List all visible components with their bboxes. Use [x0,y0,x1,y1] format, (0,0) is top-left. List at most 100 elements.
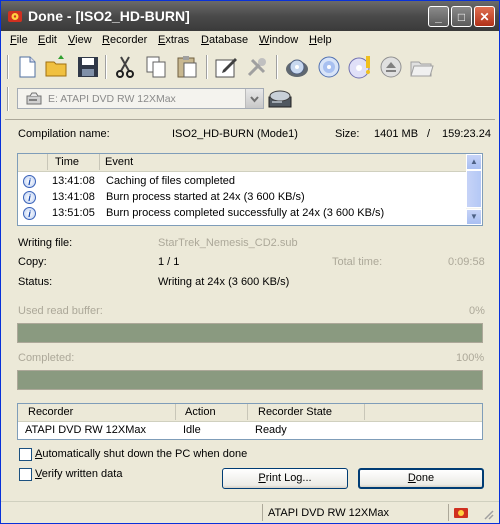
size-label: Size: [335,128,360,140]
copy-icon[interactable] [143,54,169,80]
print-log-button[interactable]: Print Log... [222,468,348,489]
scroll-down-icon[interactable]: ▼ [466,209,482,225]
log-header: Time Event [18,154,467,172]
duration-value: 159:23.24 [442,128,491,140]
toolbar-grip [7,87,9,111]
resize-grip-icon[interactable] [482,508,494,520]
paste-icon[interactable] [174,54,200,80]
log-scrollbar[interactable]: ▲ ▼ [466,154,482,225]
verify-checkbox[interactable] [19,468,32,481]
menu-extras[interactable]: Extras [158,34,189,46]
completed-progress-bar [17,370,483,390]
open-folder-icon[interactable] [44,54,70,80]
app-icon [8,11,22,22]
chevron-down-icon[interactable] [245,89,263,108]
log-row[interactable]: i 13:51:05 Burn process completed succes… [18,206,467,222]
recorder-select-value: E: ATAPI DVD RW 12XMax [48,93,176,105]
copy-value: 1 / 1 [158,256,180,268]
shutdown-checkbox[interactable] [19,448,32,461]
toolbar-separator [276,55,278,79]
verify-label[interactable]: Verify written data [35,468,122,480]
read-buffer-bar [17,323,483,343]
done-button[interactable]: Done [358,468,484,489]
log-event: Burn process started at 24x (3 600 KB/s) [106,191,305,203]
drive-properties-icon[interactable] [267,87,293,111]
log-time: 13:51:05 [52,207,95,219]
total-time-label: Total time: [332,256,383,268]
menu-edit[interactable]: Edit [38,34,57,46]
copy-disc-icon[interactable] [284,54,310,80]
info-icon: i [23,191,36,204]
main-window: Done - [ISO2_HD-BURN] _ □ ✕ File Edit Vi… [0,0,500,524]
menu-view[interactable]: View [68,34,92,46]
disc-info-icon[interactable] [347,54,373,80]
log-time: 13:41:08 [52,175,95,187]
open-folder-disabled-icon[interactable] [409,54,435,80]
size-separator: / [427,128,431,140]
read-buffer-label: Used read buffer: [18,305,103,317]
shutdown-label[interactable]: Automatically shut down the PC when done [35,448,247,460]
recorder-table-header: Recorder Action Recorder State [18,404,482,422]
completed-percent: 100% [456,352,485,364]
status-bar: ATAPI DVD RW 12XMax [1,501,499,524]
table-row[interactable]: ATAPI DVD RW 12XMax Idle Ready [18,423,482,439]
scroll-thumb[interactable] [466,170,482,208]
minimize-button[interactable]: _ [428,6,449,27]
log-event: Burn process completed successfully at 2… [106,207,385,219]
burn-disabled-icon[interactable] [244,54,270,80]
log-event: Caching of files completed [106,175,236,187]
scroll-up-icon[interactable]: ▲ [466,154,482,170]
column-event[interactable]: Event [100,154,467,170]
column-action[interactable]: Action [176,404,248,420]
cut-icon[interactable] [112,54,138,80]
status-label: Status: [18,276,53,288]
column-recorder[interactable]: Recorder [18,404,176,420]
status-value: Writing at 24x (3 600 KB/s) [158,276,290,288]
recorder-state: Ready [255,424,287,436]
compilation-name-value: ISO2_HD-BURN (Mode1) [172,128,298,140]
read-buffer-percent: 0% [469,305,485,317]
maximize-button[interactable]: □ [451,6,472,27]
close-button[interactable]: ✕ [474,6,495,27]
recorder-select[interactable]: E: ATAPI DVD RW 12XMax [17,88,264,109]
new-document-icon[interactable] [14,54,40,80]
column-time[interactable]: Time [48,154,100,170]
writing-file-value: StarTrek_Nemesis_CD2.sub [158,237,298,249]
completed-label: Completed: [18,352,75,364]
total-time-value: 0:09:58 [448,256,485,268]
drive-icon [26,92,42,105]
writing-file-label: Writing file: [18,237,73,249]
column-recorder-state[interactable]: Recorder State [248,404,365,420]
toolbar-separator [105,55,107,79]
menu-recorder[interactable]: Recorder [102,34,147,46]
edit-compilation-icon[interactable] [213,54,239,80]
info-icon: i [23,207,36,220]
info-icon: i [23,175,36,188]
recorder-name: ATAPI DVD RW 12XMax [25,424,147,436]
menu-help[interactable]: Help [309,34,332,46]
menu-file[interactable]: File [10,34,28,46]
copy-label: Copy: [18,256,47,268]
size-value: 1401 MB [374,128,419,140]
compilation-name-label: Compilation name: [18,128,110,140]
eject-icon[interactable] [378,54,404,80]
log-list[interactable]: Time Event i 13:41:08 Caching of files c… [17,153,483,226]
menu-bar: File Edit View Recorder Extras Database … [1,31,499,49]
disc-icon[interactable] [316,54,342,80]
status-bar-recorder: ATAPI DVD RW 12XMax [268,507,390,519]
recorder-table[interactable]: Recorder Action Recorder State ATAPI DVD… [17,403,483,440]
toolbar-separator [206,55,208,79]
toolbar [1,51,499,84]
title-bar[interactable]: Done - [ISO2_HD-BURN] _ □ ✕ [1,1,499,31]
log-row[interactable]: i 13:41:08 Caching of files completed [18,174,467,190]
column-icon[interactable] [18,154,48,170]
recorder-action: Idle [183,424,201,436]
toolbar-grip [7,55,9,79]
menu-window[interactable]: Window [259,34,298,46]
log-row[interactable]: i 13:41:08 Burn process started at 24x (… [18,190,467,206]
menu-database[interactable]: Database [201,34,248,46]
save-icon[interactable] [75,54,101,80]
window-title: Done - [ISO2_HD-BURN] [28,8,190,24]
burn-status-icon [454,508,468,518]
log-time: 13:41:08 [52,191,95,203]
